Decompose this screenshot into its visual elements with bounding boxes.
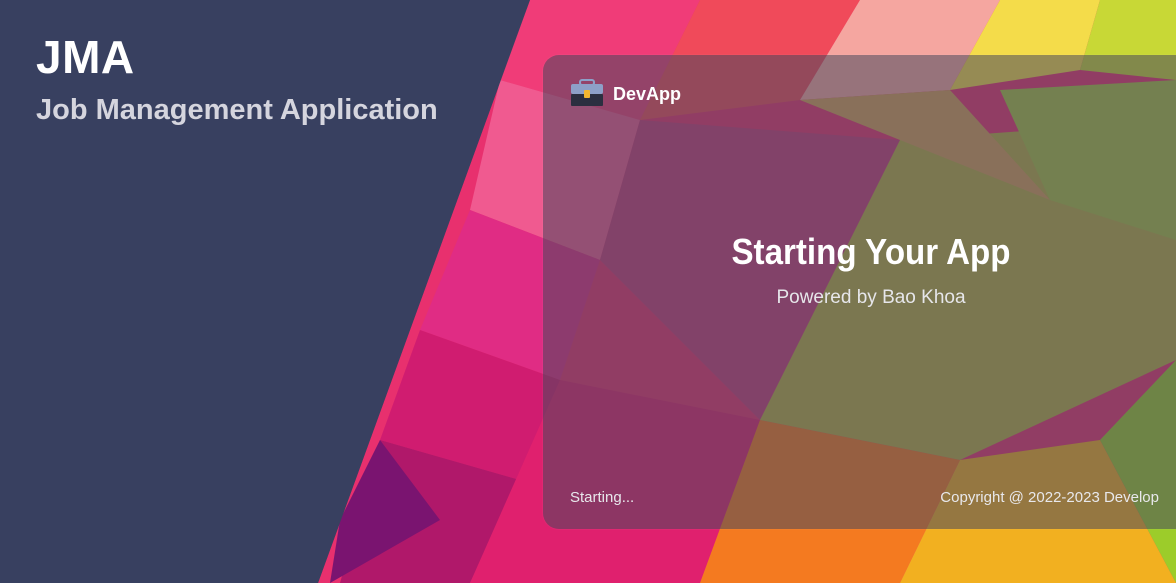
splash-headline: Starting Your App [731,231,1011,272]
powered-by-text: Powered by Bao Khoa [776,287,966,308]
briefcase-icon [571,79,603,106]
copyright-text: Copyright @ 2022-2023 Develop [940,489,1159,506]
brand-subtitle: Job Management Application [36,94,438,126]
brand-title: JMA [36,31,135,83]
loading-status: Starting... [570,489,635,506]
app-name: DevApp [613,84,682,104]
splash-card: DevApp Starting Your App Powered by Bao … [543,55,1176,529]
